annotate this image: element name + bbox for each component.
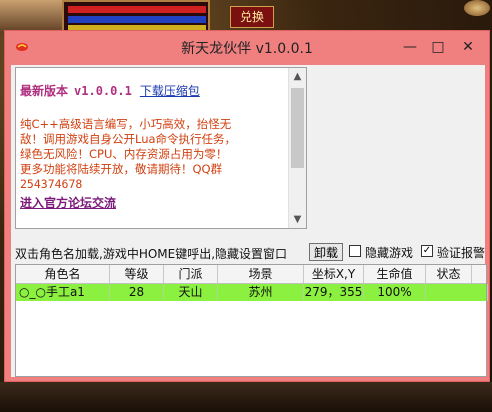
column-header-name[interactable]: 角色名 [16, 265, 110, 283]
hide-game-label[interactable]: 隐藏游戏 [365, 244, 413, 261]
version-value: v1.0.0.1 [74, 84, 132, 98]
scroll-down-icon[interactable]: ▼ [289, 211, 306, 228]
download-link[interactable]: 下载压缩包 [140, 84, 200, 98]
scroll-thumb[interactable] [291, 88, 304, 168]
verify-alarm-checkbox[interactable]: ✓ [421, 245, 433, 257]
hp-bar [68, 6, 206, 13]
scroll-up-icon[interactable]: ▲ [289, 68, 306, 85]
app-window: 新天龙伙伴 v1.0.0.1 — □ ✕ 最新版本 v1.0.0.1 下载压缩包 纯… [4, 30, 490, 382]
hide-game-checkbox[interactable] [349, 245, 361, 257]
mp-bar [68, 16, 206, 23]
info-scrollbar[interactable]: ▲ ▼ [288, 68, 306, 228]
status-bars [62, 0, 210, 34]
cell-sect[interactable]: 天山 [164, 284, 218, 301]
maximize-button[interactable]: □ [425, 37, 451, 57]
game-orb-button[interactable] [464, 0, 490, 16]
version-line: 最新版本 v1.0.0.1 下载压缩包 [20, 82, 288, 99]
info-panel: 最新版本 v1.0.0.1 下载压缩包 纯C++高级语言编写，小巧高效，抬怪无 敌！… [15, 67, 307, 229]
control-row: 双击角色名加载,游戏中HOME键呼出,隐藏设置窗口 卸载 隐藏游戏 ✓ 验证报警 [11, 241, 485, 263]
desc-line: 纯C++高级语言编写，小巧高效，抬怪无 [20, 117, 232, 131]
character-portrait [0, 0, 62, 34]
column-header-level[interactable]: 等级 [110, 265, 164, 283]
desc-line: 更多功能将陆续开放，敬请期待！QQ群 [20, 162, 223, 176]
title-bar[interactable]: 新天龙伙伴 v1.0.0.1 — □ ✕ [5, 31, 489, 63]
cell-scene[interactable]: 苏州 [218, 284, 304, 301]
hint-text: 双击角色名加载,游戏中HOME键呼出,隐藏设置窗口 [15, 247, 288, 261]
column-header-sect[interactable]: 门派 [164, 265, 218, 283]
character-table: 角色名 等级 门派 场景 坐标X,Y 生命值 状态 ○_○手工a1 28 天山 … [15, 264, 488, 377]
column-header-scene[interactable]: 场景 [218, 265, 304, 283]
unload-button[interactable]: 卸载 [309, 243, 343, 261]
version-label: 最新版本 [20, 84, 69, 98]
column-header-coords[interactable]: 坐标X,Y [304, 265, 364, 283]
table-header: 角色名 等级 门派 场景 坐标X,Y 生命值 状态 [16, 265, 486, 284]
desc-line: 敌！调用游戏自身公开Lua命令执行任务， [20, 132, 237, 146]
cell-name[interactable]: ○_○手工a1 [16, 284, 110, 301]
cell-level[interactable]: 28 [110, 284, 164, 301]
close-button[interactable]: ✕ [455, 37, 481, 57]
column-header-status[interactable]: 状态 [426, 265, 472, 283]
qq-group-number: 254374678 [20, 177, 83, 191]
forum-link[interactable]: 进入官方论坛交流 [20, 194, 288, 211]
description: 纯C++高级语言编写，小巧高效，抬怪无 敌！调用游戏自身公开Lua命令执行任务，… [20, 117, 288, 192]
minimize-button[interactable]: — [397, 37, 423, 57]
client-area: 最新版本 v1.0.0.1 下载压缩包 纯C++高级语言编写，小巧高效，抬怪无 敌！… [11, 65, 488, 377]
table-row[interactable]: ○_○手工a1 28 天山 苏州 279，355 100% [16, 284, 488, 301]
game-bottom-strip [0, 382, 492, 412]
cell-status[interactable] [426, 284, 488, 301]
verify-alarm-label[interactable]: 验证报警 [437, 244, 485, 261]
cell-hp[interactable]: 100% [364, 284, 426, 301]
desc-line: 绿色无风险！CPU、内存资源占用为零！ [20, 147, 228, 161]
column-header-hp[interactable]: 生命值 [364, 265, 426, 283]
cell-coords[interactable]: 279，355 [304, 284, 364, 301]
swap-button[interactable]: 兑换 [230, 6, 274, 28]
